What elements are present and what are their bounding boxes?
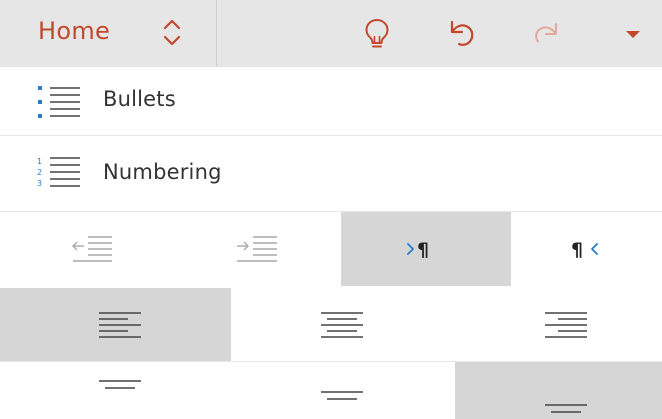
align-middle-button[interactable]: [231, 362, 455, 419]
bullets-label: Bullets: [103, 87, 176, 111]
numbering-item[interactable]: 1 2 3 Numbering: [0, 136, 662, 203]
align-left-button[interactable]: [0, 288, 231, 361]
ltr-paragraph-icon: ¶: [407, 239, 429, 261]
ribbon-toolbar: Home: [0, 0, 662, 67]
toolbar-divider: [216, 0, 217, 67]
align-middle-icon: [321, 391, 363, 400]
svg-text:2: 2: [37, 168, 42, 177]
align-top-button[interactable]: [0, 362, 231, 419]
more-options-button[interactable]: [612, 12, 656, 56]
numbering-icon: 1 2 3: [36, 155, 82, 193]
svg-text:¶: ¶: [417, 239, 429, 261]
redo-button[interactable]: [524, 12, 568, 56]
bullets-icon: [36, 85, 82, 123]
align-right-button[interactable]: [455, 288, 662, 361]
ribbon-tab-selector[interactable]: Home: [0, 0, 216, 67]
svg-text:3: 3: [37, 179, 42, 188]
svg-text:¶: ¶: [571, 239, 583, 261]
align-bottom-button[interactable]: [455, 362, 662, 419]
decrease-indent-button[interactable]: [0, 212, 170, 286]
right-to-left-button[interactable]: ¶: [511, 212, 662, 286]
tell-me-button[interactable]: [355, 12, 399, 56]
bullets-item[interactable]: Bullets: [0, 67, 662, 134]
rtl-paragraph-icon: ¶: [571, 239, 598, 261]
align-left-icon: [99, 312, 141, 338]
paragraph-formatting-panel: Home Bullets 1 2 3 Numbering ¶ ¶: [0, 0, 662, 419]
increase-indent-icon: [237, 236, 277, 262]
chevron-up-down-icon: [160, 16, 184, 54]
ribbon-tab-label: Home: [38, 17, 111, 45]
align-center-button[interactable]: [231, 288, 455, 361]
align-center-icon: [321, 312, 363, 338]
align-bottom-icon: [545, 404, 587, 413]
increase-indent-button[interactable]: [170, 212, 341, 286]
left-to-right-button[interactable]: ¶: [341, 212, 511, 286]
undo-button[interactable]: [440, 12, 484, 56]
numbering-label: Numbering: [103, 160, 222, 184]
align-top-icon: [99, 380, 141, 389]
decrease-indent-icon: [72, 236, 112, 262]
align-right-icon: [545, 312, 587, 338]
svg-text:1: 1: [37, 157, 42, 166]
